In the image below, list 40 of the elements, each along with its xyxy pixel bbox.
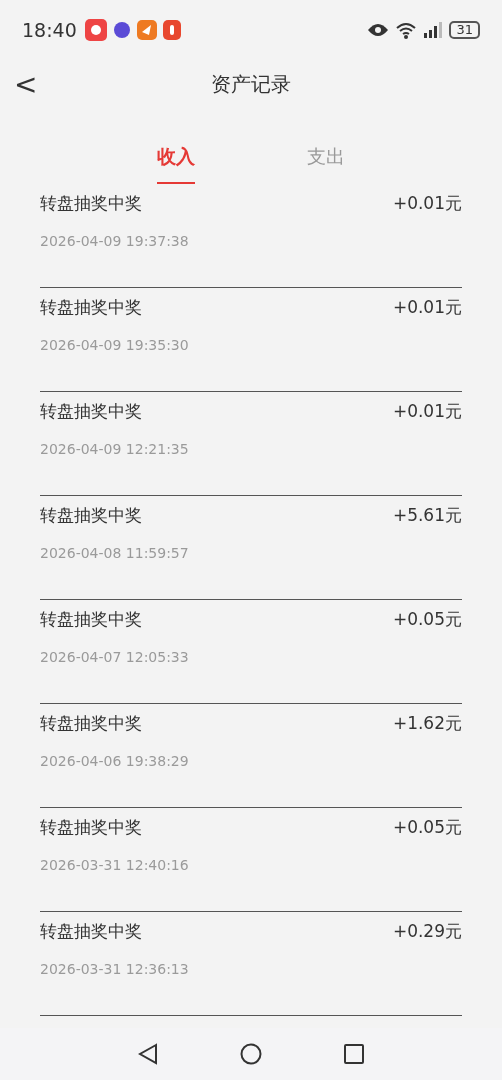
record-amount: +0.29元 <box>392 920 462 943</box>
recents-nav-icon[interactable] <box>344 1044 364 1064</box>
page-title: 资产记录 <box>211 70 291 98</box>
record-amount: +0.01元 <box>392 192 462 215</box>
app-icon <box>84 19 107 41</box>
record-title: 转盘抽奖中奖 <box>40 504 142 527</box>
tab[interactable]: 收入 <box>157 138 195 184</box>
record-title: 转盘抽奖中奖 <box>40 400 142 423</box>
record-amount: +1.62元 <box>392 712 462 735</box>
record-time: 2026-04-08 11:59:57 <box>40 545 190 561</box>
tab[interactable]: 支出 <box>307 138 345 184</box>
signal-icon <box>423 22 444 38</box>
record-time: 2026-03-31 12:36:13 <box>40 961 190 977</box>
record-amount: +0.05元 <box>392 608 462 631</box>
back-nav-icon[interactable] <box>138 1043 158 1065</box>
wifi-icon <box>395 21 418 39</box>
record-time: 2026-04-06 19:38:29 <box>40 753 190 769</box>
app-icon <box>112 21 131 39</box>
record-amount: +0.01元 <box>392 296 462 319</box>
record-title: 转盘抽奖中奖 <box>40 608 142 631</box>
record-time: 2026-04-09 12:21:35 <box>40 441 190 457</box>
record-time: 2026-03-31 12:40:16 <box>40 857 190 873</box>
app-icon <box>162 20 181 40</box>
record-title: 转盘抽奖中奖 <box>40 296 142 319</box>
back-button[interactable]: < <box>10 67 42 101</box>
record-title: 转盘抽奖中奖 <box>40 816 142 839</box>
record-time: 2026-04-07 12:05:33 <box>40 649 190 665</box>
record-amount: +0.05元 <box>392 816 462 839</box>
record-title: 转盘抽奖中奖 <box>40 712 142 735</box>
record-amount: +5.61元 <box>392 504 462 527</box>
record-title: 转盘抽奖中奖 <box>40 192 142 215</box>
record-time: 2026-04-09 19:37:38 <box>40 233 190 249</box>
record-amount: +0.01元 <box>392 400 462 423</box>
record-time: 2026-04-09 19:35:30 <box>40 337 190 353</box>
app-icon <box>136 20 157 40</box>
record-title: 转盘抽奖中奖 <box>40 920 142 943</box>
eye-icon <box>367 22 390 38</box>
status-time: 18:40 <box>22 19 77 41</box>
battery-indicator: 31 <box>449 21 480 39</box>
home-nav-icon[interactable] <box>240 1043 262 1065</box>
